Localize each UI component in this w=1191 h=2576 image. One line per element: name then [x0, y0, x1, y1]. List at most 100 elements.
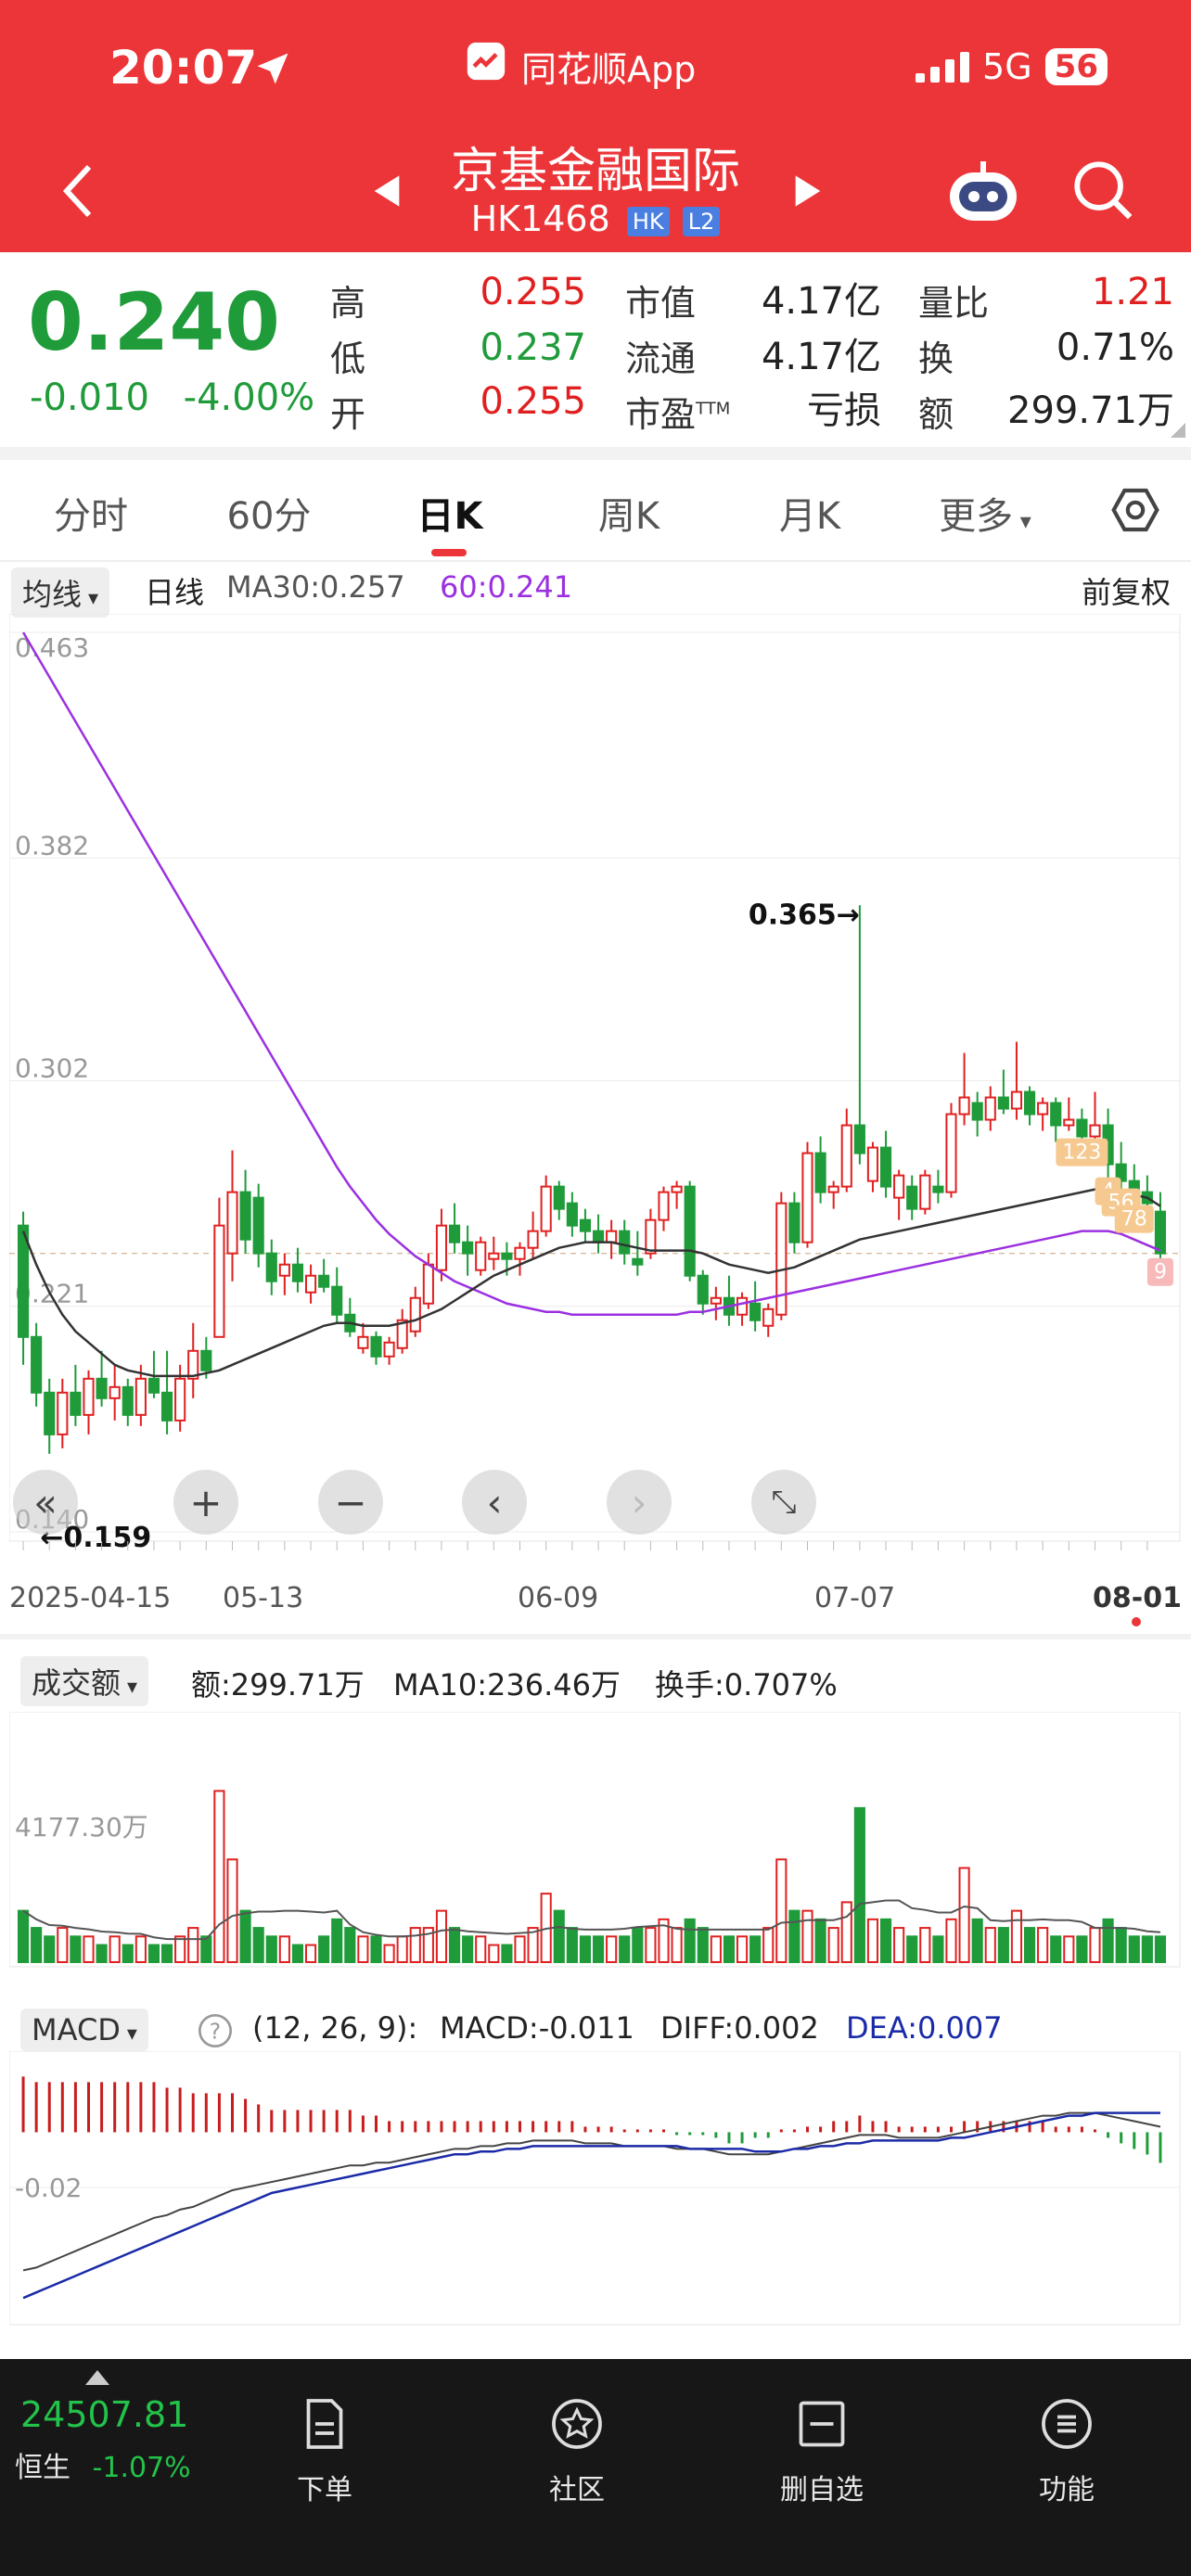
tab-intraday[interactable]: 分时 [17, 486, 165, 540]
candle-body [997, 1096, 1009, 1110]
help-icon[interactable]: ? [197, 2012, 234, 2049]
svg-text:?: ? [210, 2018, 221, 2044]
float-cap-label: 流通 [625, 338, 697, 379]
nav-community[interactable]: 社区 [503, 2396, 651, 2507]
zoom-out-button[interactable]: − [318, 1470, 383, 1535]
fullscreen-button[interactable]: ⤡ [751, 1470, 816, 1535]
volume-bar [396, 1935, 408, 1964]
rewind-button[interactable]: « [13, 1470, 78, 1535]
volume-bar [448, 1927, 461, 1963]
tab-divider [0, 560, 1191, 562]
candle-body [592, 1230, 605, 1243]
candle-body [906, 1185, 918, 1210]
tab-more[interactable]: 更多 ▾ [911, 486, 1059, 540]
volume-bar [1037, 1927, 1049, 1963]
ma-indicator-dropdown[interactable]: 均线 ▾ [11, 567, 110, 618]
candle-body [971, 1102, 983, 1121]
macd-value: MACD:-0.011 [440, 2010, 634, 2046]
candle-body [762, 1307, 775, 1327]
index-up-arrow-icon [85, 2370, 109, 2385]
volume-bar [853, 1806, 865, 1963]
volume-bar [1076, 1935, 1088, 1964]
volume-bar [619, 1935, 631, 1964]
robot-assistant-icon[interactable] [944, 158, 1022, 228]
candle-body [736, 1296, 749, 1316]
low-value: 0.237 [480, 326, 586, 369]
volume-bar [226, 1858, 238, 1964]
scroll-right-button[interactable]: › [607, 1470, 672, 1535]
volume-bar [762, 1927, 775, 1963]
candle-body [540, 1185, 552, 1232]
volume-bar [122, 1944, 134, 1964]
candle-body [684, 1185, 696, 1277]
tab-60min[interactable]: 60分 [195, 486, 343, 540]
candle-body [697, 1274, 709, 1305]
x-label-2: 05-13 [223, 1582, 304, 1614]
volume-bar [409, 1927, 421, 1963]
adjust-mode[interactable]: 前复权 [1082, 569, 1171, 612]
candle-body [1063, 1118, 1075, 1127]
candle-body [866, 1146, 879, 1182]
zoom-in-button[interactable]: + [173, 1470, 238, 1535]
volume-bar [344, 1927, 356, 1963]
candle-body [96, 1377, 108, 1399]
candle-body [801, 1152, 813, 1243]
status-right: 5G 56 [916, 46, 1108, 87]
volume-bar [684, 1918, 696, 1964]
macd-chart[interactable]: -0.02 [9, 2051, 1182, 2329]
nav-order[interactable]: 下单 [250, 2396, 399, 2507]
candle-body [514, 1246, 526, 1260]
volume-bar [840, 1901, 852, 1963]
y-axis-label: 0.302 [15, 1052, 89, 1083]
tab-weekly-k[interactable]: 周K [555, 486, 703, 540]
volume-bar [96, 1944, 108, 1964]
candle-body [658, 1191, 670, 1221]
volume-bar [174, 1935, 186, 1964]
diff-value: DIFF:0.002 [660, 2010, 819, 2046]
volume-bar [1128, 1935, 1140, 1964]
community-star-icon [552, 2399, 602, 2449]
signal-badge-text: 9 [1154, 1261, 1167, 1284]
market-tag: HK [626, 206, 670, 236]
candle-body [579, 1218, 592, 1232]
candle-body [83, 1377, 95, 1416]
tab-daily-k[interactable]: 日K [376, 486, 524, 540]
volume-bar [814, 1918, 826, 1964]
settings-icon[interactable] [1109, 484, 1161, 536]
volume-bar [291, 1944, 304, 1964]
kline-chart[interactable]: 0.4630.3820.3020.2210.1400.365→←0.159123… [9, 614, 1182, 1560]
volume-indicator-dropdown[interactable]: 成交额 ▾ [20, 1656, 149, 1706]
y-axis-label: 0.382 [15, 830, 89, 861]
menu-icon [1042, 2399, 1092, 2449]
nav-remove-watchlist[interactable]: 删自选 [748, 2396, 896, 2507]
volume-max-label: 4177.30万 [15, 1812, 148, 1843]
volume-bar [1063, 1935, 1075, 1964]
macd-axis-label: -0.02 [15, 2173, 82, 2203]
candle-body [775, 1202, 788, 1316]
nav-functions[interactable]: 功能 [992, 2396, 1141, 2507]
volume-bar [17, 1909, 30, 1964]
volume-bar [109, 1935, 121, 1964]
candle-body [70, 1391, 82, 1416]
diff-line [22, 2111, 1161, 2272]
volume-bar [331, 1918, 343, 1964]
nav-remove-label: 删自选 [780, 2474, 864, 2506]
candle-body [840, 1124, 852, 1188]
volume-bar [134, 1935, 147, 1964]
volume-bar [997, 1927, 1009, 1963]
expand-corner-icon[interactable] [1171, 423, 1185, 438]
candle-body [370, 1335, 382, 1358]
search-icon[interactable] [1070, 158, 1135, 223]
volume-bar [606, 1935, 618, 1964]
candle-body [318, 1274, 330, 1288]
volume-chart[interactable]: 4177.30万 [9, 1712, 1182, 1971]
candle-body [331, 1285, 343, 1316]
dea-line [22, 2111, 1160, 2300]
volume-bar [553, 1909, 565, 1964]
index-line[interactable]: 恒生 -1.07% [15, 2444, 191, 2485]
index-value[interactable]: 24507.81 [20, 2394, 188, 2435]
tab-monthly-k[interactable]: 月K [736, 486, 884, 540]
scroll-left-button[interactable]: ‹ [462, 1470, 527, 1535]
volume-turnover: 换手:0.707% [655, 1667, 838, 1702]
macd-indicator-dropdown[interactable]: MACD ▾ [20, 2009, 148, 2051]
